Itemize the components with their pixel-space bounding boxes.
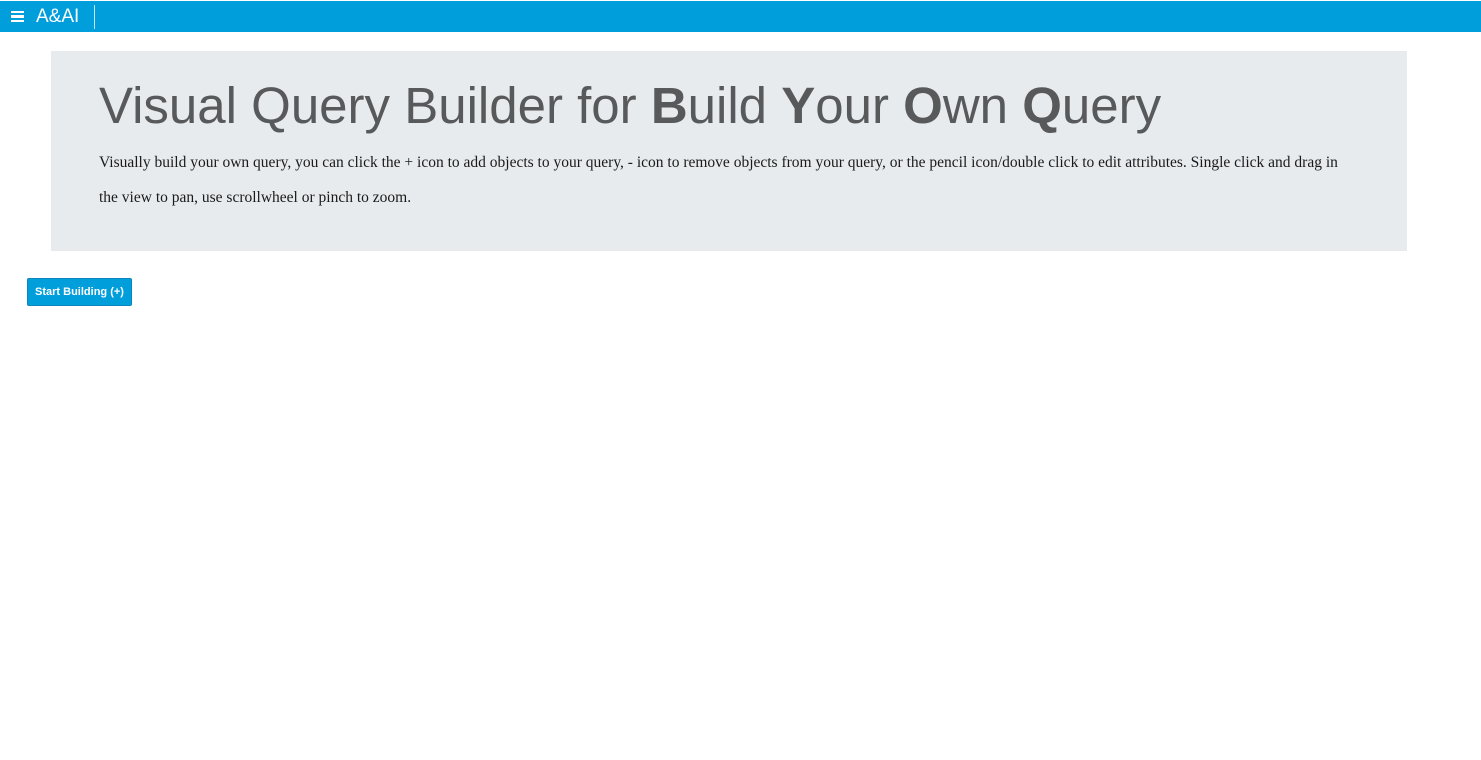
intro-panel: Visual Query Builder for Build Your Own … [51, 51, 1407, 251]
title-text: uild [687, 77, 782, 134]
page-description: Visually build your own query, you can c… [99, 154, 1338, 206]
start-building-button[interactable]: Start Building (+) [27, 278, 132, 306]
title-text: uery [1061, 77, 1162, 134]
top-navbar: A&AI [0, 1, 1481, 32]
hamburger-menu-icon[interactable] [11, 10, 24, 23]
brand-title[interactable]: A&AI [36, 4, 96, 29]
title-initial-y: Y [781, 77, 816, 134]
menu-icon-bar [11, 15, 24, 18]
menu-icon-bar [11, 10, 24, 13]
title-text: Visual Query Builder for [99, 77, 651, 134]
title-text: our [815, 77, 904, 134]
page-title: Visual Query Builder for Build Your Own … [99, 75, 1161, 137]
title-text: wn [942, 77, 1023, 134]
title-initial-b: B [650, 77, 688, 134]
title-initial-q: Q [1022, 77, 1062, 134]
title-initial-o: O [903, 77, 943, 134]
menu-icon-bar [11, 20, 24, 23]
